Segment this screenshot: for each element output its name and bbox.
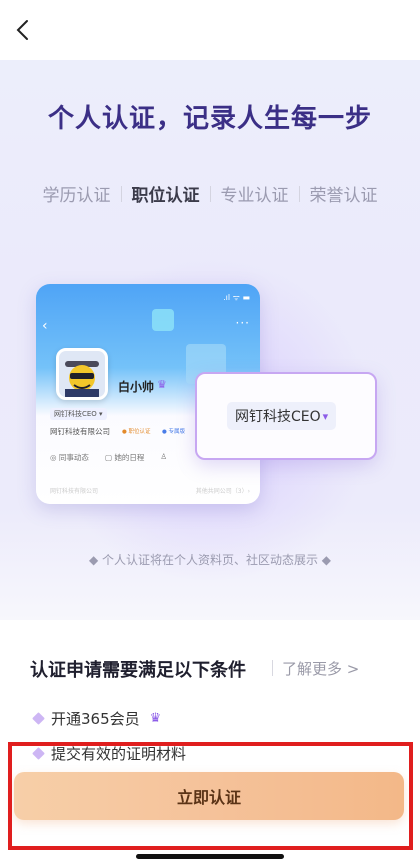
tab-professional[interactable]: 专业认证	[211, 181, 299, 206]
certification-tabs: 学历认证 职位认证 专业认证 荣誉认证	[0, 181, 420, 206]
preview-tag-certified: ● 职位认证	[122, 429, 151, 435]
preview-tag-edition: ● 专属版	[162, 429, 186, 435]
diamond-bullet-icon	[32, 712, 45, 725]
preview-actions-row: ◎ 同事动态 ▢ 她的日程 ♙	[50, 452, 167, 463]
requirements-title: 认证申请需要满足以下条件	[30, 660, 246, 681]
preview-colleague-feed: ◎ 同事动态	[50, 453, 89, 462]
tab-position[interactable]: 职位认证	[122, 181, 210, 206]
preview-footer: 网钉科技有限公司 其他共同公司（3）›	[50, 486, 250, 495]
preview-user-name: 白小帅	[118, 380, 155, 394]
title-popup-card: 网钉科技CEO ▾	[195, 372, 377, 460]
vip-badge-icon: ♛	[157, 378, 167, 391]
tab-education[interactable]: 学历认证	[33, 181, 121, 206]
requirement-text: 开通365会员	[51, 710, 140, 728]
requirements-divider	[272, 660, 273, 676]
preview-back-icon: ‹	[42, 318, 48, 334]
preview-schedule: ▢ 她的日程	[104, 453, 145, 462]
preview-profile-icon: ♙	[160, 452, 168, 461]
preview-title-chip: 网钉科技CEO ▾	[50, 408, 107, 420]
tab-honor[interactable]: 荣誉认证	[300, 181, 388, 206]
status-bar-icons: .ıl ᯤ ▬	[223, 293, 250, 302]
highlight-box	[8, 742, 413, 850]
crown-badge-icon: ♛	[149, 711, 162, 726]
learn-more-link[interactable]: 了解更多 >	[282, 658, 359, 679]
avatar-illustration	[59, 351, 105, 397]
preview-company: 网钉科技有限公司	[50, 427, 110, 436]
decor-square	[152, 309, 174, 331]
preview-more-icon: ···	[235, 316, 250, 330]
page-title: 个人认证，记录人生每一步	[47, 104, 372, 134]
preview-footer-others: 其他共同公司（3）›	[195, 488, 250, 495]
requirement-item: 开通365会员 ♛	[32, 708, 162, 729]
top-bar	[0, 0, 420, 60]
preview-footer-company: 网钉科技有限公司	[50, 488, 99, 495]
home-indicator	[136, 854, 284, 859]
back-arrow-icon[interactable]	[10, 16, 38, 44]
display-note: ◆ 个人认证将在个人资料页、社区动态展示 ◆	[88, 553, 332, 567]
title-chip-text: 网钉科技CEO	[235, 409, 321, 425]
avatar	[56, 348, 108, 400]
title-chip: 网钉科技CEO ▾	[227, 402, 337, 430]
chevron-down-icon: ▾	[322, 409, 329, 423]
